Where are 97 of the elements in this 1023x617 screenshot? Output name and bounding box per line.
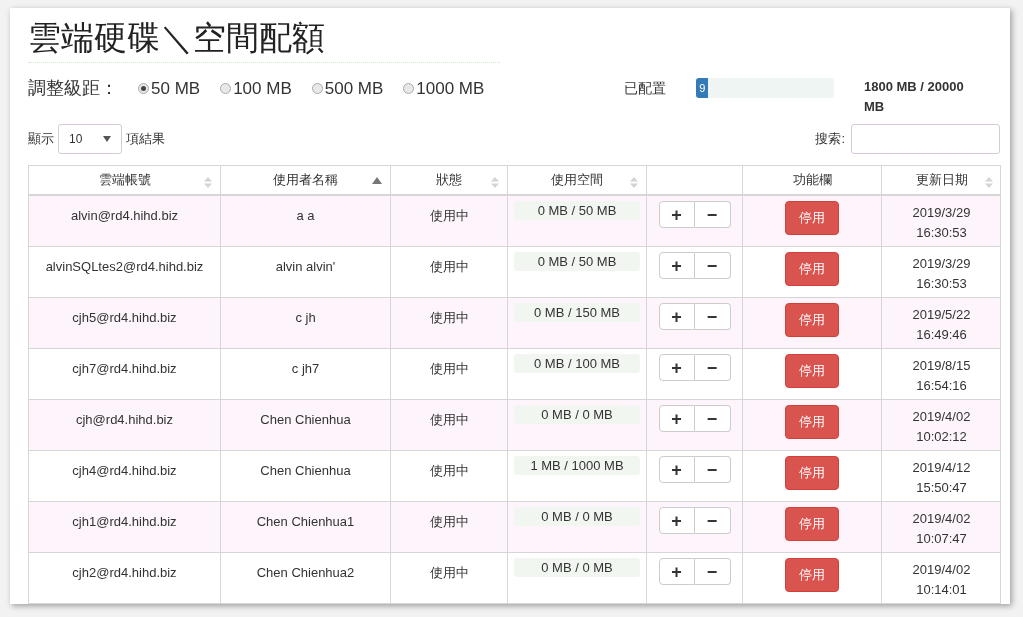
account-cell: cjh4@rd4.hihd.biz [72,463,177,478]
quota-label: 已配置 [624,79,667,98]
increase-button[interactable]: + [658,354,695,381]
update-time-cell-text: 16:54:16 [916,377,967,395]
user-name-cell: c jh7 [291,361,320,376]
update-time-cell-text: 10:07:47 [916,530,967,548]
decrease-button[interactable]: − [694,405,731,432]
usage-bar: 0 MB / 50 MB [514,252,640,271]
search-label: 搜索: [815,130,845,149]
update-date-cell-text: 2019/5/22 [912,306,971,324]
status-cell: 使用中 [429,565,469,580]
column-header[interactable]: 使用者名稱 [273,170,338,190]
usage-bar: 1 MB / 1000 MB [514,456,640,475]
user-name-cell: a a [296,208,315,223]
step-radio[interactable]: 50 MB [138,75,201,102]
status-cell: 使用中 [429,259,469,274]
radio-button[interactable] [138,83,149,94]
user-name-cell: c jh [295,310,316,325]
user-name-cell: Chen Chienhua [260,412,351,427]
update-date-cell-text: 2019/8/15 [912,357,971,375]
page-length-select[interactable]: 10 [58,124,122,154]
disable-button[interactable]: 停用 [785,303,839,337]
account-cell: alvinSQLtes2@rd4.hihd.biz [45,259,204,274]
radio-button[interactable] [403,83,415,94]
user-name-cell: Chen Chienhua2 [256,565,355,580]
increase-button[interactable]: + [658,201,695,228]
update-time-cell-text: 16:49:46 [916,326,967,344]
increase-button[interactable]: + [658,558,695,585]
column-header[interactable]: 更新日期 [915,170,968,190]
user-name-cell: alvin alvin' [275,259,336,274]
decrease-button[interactable]: − [694,456,731,483]
usage-bar: 0 MB / 0 MB [514,507,640,526]
status-cell: 使用中 [429,310,469,325]
account-cell: cjh2@rd4.hihd.biz [72,565,177,580]
column-header[interactable]: 使用空間 [551,170,603,190]
disable-button[interactable]: 停用 [785,558,839,592]
account-cell: alvin@rd4.hihd.biz [70,208,179,223]
column-header[interactable]: 雲端帳號 [98,170,151,190]
disable-button[interactable]: 停用 [785,252,839,286]
usage-bar: 0 MB / 50 MB [514,201,640,220]
increase-button[interactable]: + [658,303,695,330]
status-cell: 使用中 [429,412,469,427]
update-time-cell-text: 16:30:53 [916,275,967,293]
increase-button[interactable]: + [658,456,695,483]
usage-bar: 0 MB / 150 MB [514,303,640,322]
results-label: 項結果 [126,130,165,149]
status-cell: 使用中 [429,208,469,223]
show-label: 顯示 [28,130,54,149]
usage-bar: 0 MB / 0 MB [514,405,640,424]
account-cell: cjh1@rd4.hihd.biz [72,514,177,529]
update-date-cell-text: 2019/4/02 [912,510,971,528]
update-time-cell-text: 16:30:53 [916,224,967,242]
usage-bar: 0 MB / 100 MB [514,354,640,373]
account-cell: cjh5@rd4.hihd.biz [72,310,177,325]
radio-button[interactable] [220,83,232,94]
account-cell: cjh7@rd4.hihd.biz [72,361,177,376]
radio-button[interactable] [311,83,323,94]
decrease-button[interactable]: − [694,201,731,228]
increase-button[interactable]: + [658,405,695,432]
status-cell: 使用中 [429,361,469,376]
decrease-button[interactable]: − [694,558,731,585]
decrease-button[interactable]: − [694,303,731,330]
update-date-cell-text: 2019/3/29 [912,255,971,273]
column-header[interactable]: 狀態 [436,170,462,190]
update-date-cell-text: 2019/4/12 [912,459,971,477]
increase-button[interactable]: + [658,507,695,534]
usage-bar: 0 MB / 0 MB [514,558,640,577]
step-radio[interactable]: 500 MB [311,75,384,102]
page-title: 雲端硬碟＼空間配額 [28,18,325,58]
disable-button[interactable]: 停用 [785,456,839,490]
caret-icon [103,136,111,142]
step-label: 調整級距： [28,77,118,100]
user-name-cell: Chen Chienhua [260,463,351,478]
step-radio[interactable]: 100 MB [220,75,292,102]
status-cell: 使用中 [429,463,469,478]
decrease-button[interactable]: − [694,507,731,534]
update-time-cell-text: 10:02:12 [916,428,967,446]
quota-progress-fill: 9 [696,78,709,98]
disable-button[interactable]: 停用 [785,507,839,541]
decrease-button[interactable]: − [694,252,731,279]
step-radio[interactable]: 1000 MB [403,75,485,102]
account-cell: cjh@rd4.hihd.biz [76,412,173,427]
increase-button[interactable]: + [658,252,695,279]
status-cell: 使用中 [429,514,469,529]
disable-button[interactable]: 停用 [785,354,839,388]
quota-reading: 1800 MB / 20000 MB [864,78,965,116]
update-time-cell-text: 15:50:47 [916,479,967,497]
search-field[interactable] [851,124,1000,154]
disable-button[interactable]: 停用 [785,201,839,235]
disable-button[interactable]: 停用 [785,405,839,439]
column-header[interactable]: 功能欄 [792,170,832,190]
update-date-cell-text: 2019/3/29 [912,204,971,222]
update-date-cell-text: 2019/4/02 [912,408,971,426]
update-time-cell-text: 10:14:01 [916,581,967,599]
user-name-cell: Chen Chienhua1 [256,514,355,529]
update-date-cell-text: 2019/4/02 [912,561,971,579]
decrease-button[interactable]: − [694,354,731,381]
